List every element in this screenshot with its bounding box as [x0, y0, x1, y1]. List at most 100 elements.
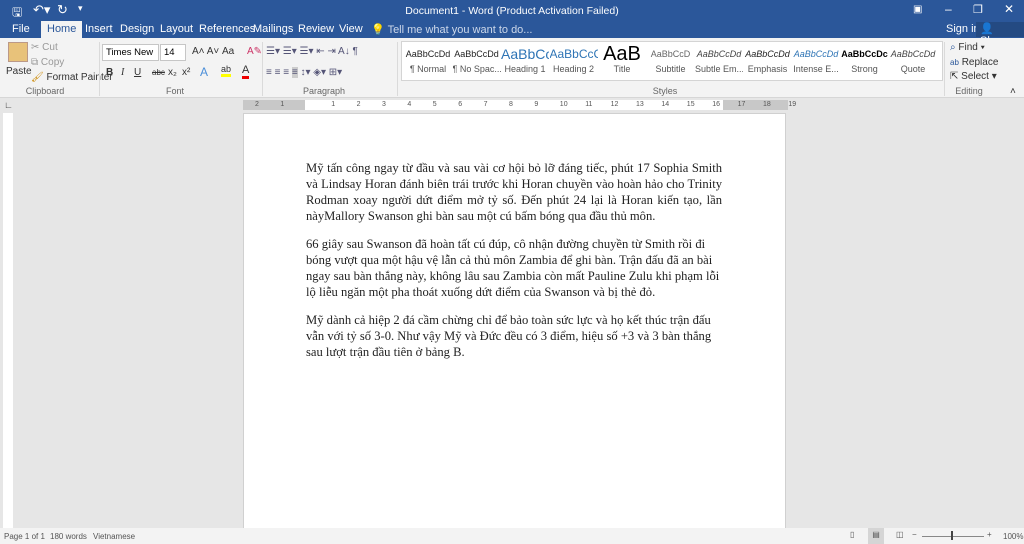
paste-icon[interactable]: [8, 42, 28, 62]
select-label: Select: [961, 71, 989, 82]
ruler-tick-label: 17: [737, 101, 746, 108]
find-button[interactable]: ⌕ Find ▾: [950, 42, 985, 53]
tab-file[interactable]: File: [12, 23, 30, 35]
style-name: Title: [613, 64, 631, 74]
justify-icon[interactable]: ≡: [291, 67, 298, 78]
bullets-icon[interactable]: ☰▾ ☰▾ ☰▾ ⇤ ⇥ A↓ ¶: [266, 46, 358, 57]
tab-layout[interactable]: Layout: [160, 23, 193, 35]
zoom-out-button[interactable]: −: [912, 530, 917, 539]
ruler-tick-label: 7: [483, 101, 488, 108]
style-preview: AaBbCcDd: [454, 49, 499, 59]
superscript-button[interactable]: x²: [182, 67, 190, 78]
tab-review[interactable]: Review: [298, 23, 334, 35]
text-effects-icon[interactable]: A: [200, 65, 208, 79]
zoom-level[interactable]: 100%: [1003, 532, 1023, 541]
clear-formatting-icon[interactable]: A✎: [247, 46, 262, 57]
style-name: Quote: [900, 64, 926, 74]
ruler-tick-label: 1: [280, 101, 285, 108]
document-body[interactable]: Mỹ tấn công ngay từ đầu và sau vài cơ hộ…: [306, 160, 722, 372]
style-item[interactable]: AaBbCcC Heading 2: [550, 42, 598, 74]
style-item[interactable]: AaBbCcDc Strong: [841, 42, 889, 74]
tab-view[interactable]: View: [339, 23, 363, 35]
styles-group-label: Styles: [652, 86, 678, 96]
style-name: Emphasis: [747, 64, 788, 74]
ribbon-display-icon[interactable]: ▣: [913, 4, 922, 15]
paragraph[interactable]: Mỹ tấn công ngay từ đầu và sau vài cơ hộ…: [306, 160, 722, 224]
style-item[interactable]: AaBbCcDd Quote: [889, 42, 937, 74]
ruler-tick-label: 4: [407, 101, 412, 108]
bold-button[interactable]: B: [106, 67, 113, 78]
italic-button[interactable]: I: [121, 67, 124, 78]
ruler-tick-label: 15: [686, 101, 695, 108]
page-count[interactable]: Page 1 of 1: [4, 532, 45, 541]
style-item[interactable]: AaBbCcDd Emphasis: [744, 42, 792, 74]
paragraph[interactable]: Mỹ dành cả hiệp 2 đá cầm chừng chỉ để bả…: [306, 312, 722, 360]
replace-button[interactable]: ab Replace: [950, 57, 998, 68]
style-item[interactable]: AaBbCc Heading 1: [501, 42, 549, 74]
editing-group-label: Editing: [955, 86, 983, 96]
collapse-ribbon-icon[interactable]: ˄: [1010, 86, 1016, 97]
minimize-icon[interactable]: –: [945, 2, 952, 16]
style-name: Heading 2: [552, 64, 595, 74]
strikethrough-button[interactable]: abc: [152, 68, 165, 77]
restore-icon[interactable]: ❐: [973, 3, 983, 16]
style-preview: AaBbCcDd: [745, 49, 790, 59]
style-name: ¶ No Spac...: [452, 64, 501, 74]
font-size-select[interactable]: [160, 44, 186, 61]
styles-gallery: AaBbCcDd ¶ Normal AaBbCcDd ¶ No Spac... AaBb…: [401, 41, 943, 81]
cursor-icon: ⇱: [950, 71, 959, 82]
read-mode-icon[interactable]: ▯: [850, 530, 854, 539]
paste-button[interactable]: Paste: [6, 66, 32, 77]
style-item[interactable]: AaBbCcDd Subtle Em...: [695, 42, 743, 74]
format-painter-button[interactable]: 🖌 Format Painter: [31, 72, 113, 83]
ruler-tick-label: 8: [509, 101, 513, 108]
style-item[interactable]: AaBbCcDd ¶ No Spac...: [453, 42, 501, 74]
sign-in-link[interactable]: Sign in: [946, 23, 980, 35]
divider: [397, 42, 398, 96]
word-count[interactable]: 180 words: [50, 532, 87, 541]
cut-button[interactable]: ✂ Cut: [31, 42, 58, 53]
font-color-icon[interactable]: A: [242, 64, 250, 79]
tab-selector-icon[interactable]: ∟: [4, 100, 13, 110]
ruler-tick-label: 19: [788, 101, 797, 108]
tab-mailings[interactable]: Mailings: [253, 23, 293, 35]
underline-button[interactable]: U: [134, 67, 141, 78]
change-case-button[interactable]: Aa: [222, 46, 234, 57]
tab-design[interactable]: Design: [120, 23, 154, 35]
style-item[interactable]: AaB Title: [598, 42, 646, 74]
highlight-icon[interactable]: ab: [221, 64, 232, 77]
grow-font-icon[interactable]: A˄ A˅: [192, 46, 219, 57]
select-button[interactable]: ⇱ Select ▾: [950, 71, 997, 82]
style-item[interactable]: AaBbCcD Subtitle: [647, 42, 695, 74]
divider: [262, 42, 263, 96]
tab-references[interactable]: References: [199, 23, 255, 35]
paragraph[interactable]: 66 giây sau Swanson đã hoàn tất cú đúp, …: [306, 236, 722, 300]
lightbulb-icon: 💡: [371, 24, 385, 36]
zoom-slider[interactable]: [922, 536, 984, 537]
language[interactable]: Vietnamese: [93, 532, 135, 541]
tell-me-box[interactable]: 💡 Tell me what you want to do...: [371, 23, 532, 36]
subscript-button[interactable]: x₂: [168, 67, 177, 78]
zoom-in-button[interactable]: +: [987, 530, 992, 539]
print-layout-icon[interactable]: ▤: [868, 528, 884, 544]
ruler-tick-label: 10: [559, 101, 568, 108]
ruler-margin-left: [243, 100, 305, 110]
style-item[interactable]: AaBbCcDd Intense E...: [792, 42, 840, 74]
tab-home[interactable]: Home: [41, 21, 83, 38]
ruler-tick-label: 18: [763, 101, 771, 108]
style-preview: AaBbCcDd: [890, 49, 936, 59]
style-item[interactable]: AaBbCcDd ¶ Normal: [404, 42, 452, 74]
web-layout-icon[interactable]: ◫: [896, 530, 904, 539]
zoom-slider-thumb[interactable]: [951, 531, 953, 540]
cut-label: Cut: [42, 42, 58, 53]
share-button[interactable]: 👤 Share: [976, 22, 1024, 47]
style-preview: AaBbCcDd: [696, 49, 742, 59]
font-name-select[interactable]: [102, 44, 159, 61]
copy-button[interactable]: ⧉ Copy: [31, 57, 64, 68]
close-icon[interactable]: ✕: [1004, 2, 1014, 16]
tab-insert[interactable]: Insert: [85, 23, 113, 35]
horizontal-ruler[interactable]: 2 1 1 2 3 4 5 6 7 8 9 10 11 12 13 14 15 16 17 18 19: [243, 100, 796, 110]
align-icons[interactable]: ≡ ≡ ≡ ≡ ↕▾ ◈▾ ⊞▾: [266, 67, 342, 78]
font-group-label: Font: [165, 86, 184, 96]
vertical-ruler[interactable]: [3, 113, 13, 528]
